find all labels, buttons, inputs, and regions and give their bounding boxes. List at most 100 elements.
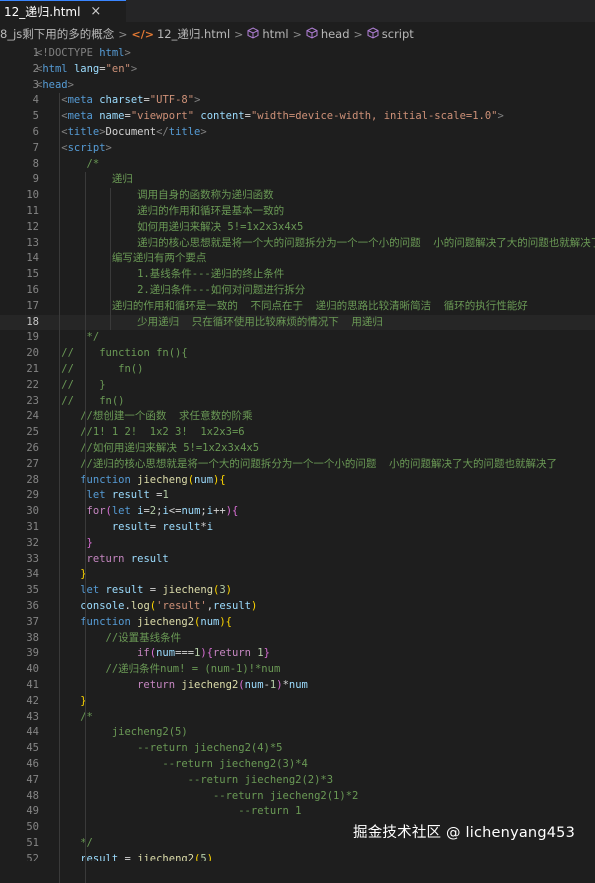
code-line[interactable]: 35 let result = jiecheng(3) [0, 583, 595, 599]
close-icon[interactable]: × [90, 4, 101, 19]
code-token: result [162, 521, 201, 533]
code-line[interactable]: 15 1.基线条件---递归的终止条件 [0, 267, 595, 283]
line-number: 50 [26, 821, 39, 834]
code-line[interactable]: 39 if(num===1){return 1} [0, 646, 595, 662]
code-line[interactable]: 6 <title>Document</title> [0, 125, 595, 141]
code-line[interactable]: 10 调用自身的函数称为递归函数 [0, 188, 595, 204]
line-number: 42 [26, 694, 39, 707]
code-line[interactable]: 41 return jiecheng2(num-1)*num [0, 678, 595, 694]
code-line[interactable]: 31 result= result*i [0, 520, 595, 536]
code-line[interactable]: 25 //1! 1 2! 1x2 3! 1x2x3=6 [0, 425, 595, 441]
line-number: 23 [26, 394, 39, 407]
code-content: for(let i=2;i<=num;i++){ [87, 504, 239, 520]
code-line[interactable]: 30 for(let i=2;i<=num;i++){ [0, 504, 595, 520]
code-line[interactable]: 36 console.log('result',result) [0, 599, 595, 615]
code-token: <!DOCTYPE [36, 47, 100, 59]
code-line[interactable]: 13 递归的核心思想就是将一个大的问题拆分为一个一个小的问题 小的问题解决了大的问… [0, 236, 595, 252]
breadcrumb-file-label: 12_递归.html [156, 27, 231, 41]
code-line[interactable]: 32} [0, 536, 595, 552]
code-line[interactable]: 7 <script> [0, 141, 595, 157]
code-editor[interactable]: 1 <!DOCTYPE html> 2 <html lang="en"> 3 <head>… [0, 44, 595, 861]
code-line[interactable]: 48 --return jiecheng2(1)*2 [0, 789, 595, 805]
code-line[interactable]: 8 /* [0, 157, 595, 173]
code-line[interactable]: 14 编写递归有两个要点 [0, 251, 595, 267]
code-line[interactable]: 27 //递归的核心思想就是将一个大的问题拆分为一个一个小的问题 小的问题解决了大… [0, 457, 595, 473]
breadcrumb-file[interactable]: </> 12_递归.html [131, 26, 230, 42]
breadcrumb-head[interactable]: head [306, 26, 350, 42]
code-line[interactable]: 12 如何用递归来解决 5!=1x2x3x4x5 [0, 220, 595, 236]
code-token: result [111, 489, 150, 502]
code-line[interactable]: 37 function jiecheng2(num){ [0, 615, 595, 631]
line-number: 31 [26, 521, 39, 533]
breadcrumb-html[interactable]: html [247, 26, 289, 42]
code-line[interactable]: 19 */ [0, 330, 595, 346]
code-token: > [67, 78, 74, 91]
code-line[interactable]: 4 <meta charset="UTF-8"> [0, 93, 595, 109]
code-line[interactable]: 5 <meta name="viewport" content="width=de… [0, 109, 595, 125]
code-line[interactable]: 40 //递归条件num! = (num-1)!*num [0, 662, 595, 678]
code-line[interactable]: 52 result = jiecheng2(5) [0, 852, 595, 861]
code-line[interactable]: 49 --return 1 [0, 804, 595, 820]
line-number: 40 [26, 663, 39, 676]
code-content: function jiecheng(num){ [80, 473, 225, 489]
code-line[interactable]: 33 return result [0, 552, 595, 568]
code-token: 编写递归有两个要点 [111, 252, 207, 265]
code-line[interactable]: 46 --return jiecheng2(3)*4 [0, 757, 595, 773]
code-line[interactable]: 45 --return jiecheng2(4)*5 [0, 741, 595, 757]
code-token: function [80, 473, 131, 486]
code-line[interactable]: 34} [0, 567, 595, 583]
code-line[interactable]: 9 递归 [0, 172, 595, 188]
code-token: */ [80, 837, 93, 849]
line-number: 21 [26, 363, 39, 375]
code-token: } [80, 568, 87, 581]
code-line[interactable]: 42} [0, 694, 595, 710]
line-number: 45 [26, 742, 39, 755]
code-token: --return 1 [238, 805, 302, 818]
line-number: 5 [32, 110, 39, 123]
code-line[interactable]: 2 <html lang="en"> [0, 62, 595, 78]
code-line[interactable]: 23 // fn() [0, 394, 595, 410]
code-content: result = jiecheng2(5) [80, 852, 213, 861]
code-line[interactable]: 21 // fn() [0, 362, 595, 378]
code-line[interactable]: 44 jiecheng2(5) [0, 725, 595, 741]
code-token: > [200, 126, 207, 138]
code-line[interactable]: 22 // } [0, 378, 595, 394]
breadcrumb: 8_js剩下用的多的概念 > </> 12_递归.html > html > h… [0, 24, 595, 44]
code-line[interactable]: 47 --return jiecheng2(2)*3 [0, 773, 595, 789]
code-content: 递归的核心思想就是将一个大的问题拆分为一个一个小的问题 小的问题解决了大的问题也… [137, 236, 595, 252]
code-line[interactable]: 11 递归的作用和循环是基本一致的 [0, 204, 595, 220]
code-token: console [80, 600, 125, 612]
code-line[interactable]: 18 少用递归 只在循环使用比较麻烦的情况下 用递归 [0, 314, 595, 331]
code-token: = [149, 521, 163, 533]
code-token: if [137, 647, 150, 660]
line-number: 28 [26, 473, 39, 486]
breadcrumb-folder[interactable]: 8_js剩下用的多的概念 [0, 26, 114, 42]
breadcrumb-script[interactable]: script [367, 26, 414, 42]
code-token: /* [86, 157, 100, 170]
code-token: <= [168, 505, 182, 518]
code-line[interactable]: 17 递归的作用和循环是一致的 不同点在于 递归的思路比较清晰简洁 循环的执行性能… [0, 299, 595, 315]
code-token: > [194, 94, 201, 107]
code-line[interactable]: 3 <head> [0, 78, 595, 94]
line-number: 22 [26, 378, 39, 391]
code-line[interactable]: 28 function jiecheng(num){ [0, 473, 595, 489]
code-line[interactable]: 16 2.递归条件---如何对问题进行拆分 [0, 283, 595, 299]
code-content: //想创建一个函数 求任意数的阶乘 [80, 409, 252, 425]
line-number: 35 [26, 584, 39, 597]
code-line[interactable]: 38 //设置基线条件 [0, 631, 595, 647]
code-token: 2.递归条件---如何对问题进行拆分 [137, 284, 306, 296]
code-token: result [111, 521, 150, 533]
code-content: } [80, 567, 86, 583]
code-content: } [87, 536, 93, 552]
line-number: 48 [26, 789, 39, 802]
code-line[interactable]: 26 //如何用递归来解决 5!=1x2x3x4x5 [0, 441, 595, 457]
code-line[interactable]: 29 let result =1 [0, 488, 595, 504]
code-line[interactable]: 24 //想创建一个函数 求任意数的阶乘 [0, 409, 595, 425]
code-token: result [80, 852, 119, 861]
code-line[interactable]: 1 <!DOCTYPE html> [0, 46, 595, 62]
tab-12-recursion-html[interactable]: 12_递归.html × [0, 0, 126, 22]
code-line[interactable]: 20 // function fn(){ [0, 346, 595, 362]
code-line[interactable]: 43 /* [0, 710, 595, 726]
code-token: content [194, 110, 245, 123]
code-token: 递归的作用和循环是基本一致的 [137, 205, 285, 217]
